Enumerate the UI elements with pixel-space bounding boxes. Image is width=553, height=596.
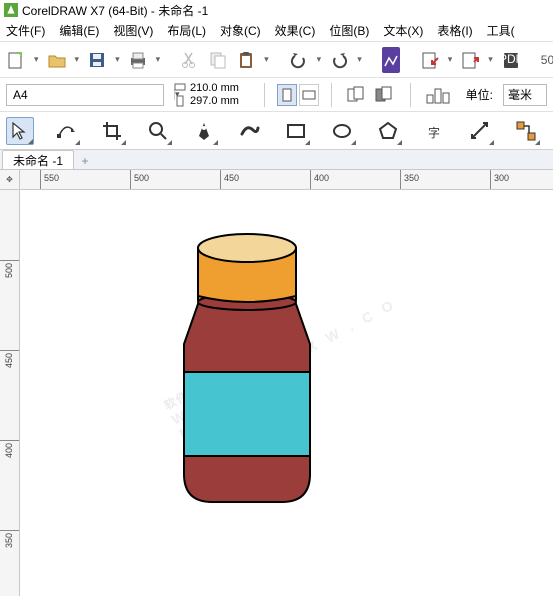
paste-button[interactable] bbox=[236, 47, 256, 73]
document-tab-strip: 未命名 -1 + bbox=[0, 150, 553, 170]
portrait-button[interactable] bbox=[277, 84, 297, 106]
window-title: CorelDRAW X7 (64-Bit) - 未命名 -1 bbox=[22, 2, 208, 19]
canvas-area[interactable]: 软件自学网 W W W . R J Z X W . C O M bbox=[20, 190, 553, 596]
bottle-drawing[interactable] bbox=[168, 214, 326, 514]
zoom-tool[interactable] bbox=[144, 117, 172, 145]
print-button[interactable] bbox=[128, 47, 148, 73]
undo-dropdown[interactable]: ▾ bbox=[317, 54, 322, 65]
standard-toolbar: ▾ ▾ ▾ ▾ ▾ ▾ ▾ ▾ ▾ PDF 50 bbox=[0, 42, 553, 78]
separator bbox=[331, 83, 332, 107]
menu-tools[interactable]: 工具( bbox=[487, 22, 515, 39]
separator bbox=[264, 83, 265, 107]
import-dropdown[interactable]: ▾ bbox=[448, 54, 453, 65]
orientation-group bbox=[277, 84, 319, 106]
freehand-tool[interactable] bbox=[190, 117, 218, 145]
zoom-field[interactable]: 50 bbox=[541, 47, 553, 73]
redo-button[interactable] bbox=[329, 47, 349, 73]
workspace: ✥ 550 500 450 400 350 300 500 450 400 35… bbox=[0, 170, 553, 596]
menu-object[interactable]: 对象(C) bbox=[220, 22, 261, 39]
menu-table[interactable]: 表格(I) bbox=[437, 22, 472, 39]
page-dimensions bbox=[174, 82, 252, 107]
print-dropdown[interactable]: ▾ bbox=[156, 54, 161, 65]
align-group-button[interactable] bbox=[423, 82, 455, 108]
cut-button[interactable] bbox=[180, 47, 200, 73]
publish-pdf-button[interactable]: PDF bbox=[501, 47, 521, 73]
page-layout-buttons bbox=[344, 82, 398, 108]
landscape-button[interactable] bbox=[299, 84, 319, 106]
menu-text[interactable]: 文本(X) bbox=[383, 22, 423, 39]
connector-tool[interactable] bbox=[512, 117, 540, 145]
menu-effects[interactable]: 效果(C) bbox=[275, 22, 316, 39]
shape-tool[interactable] bbox=[52, 117, 80, 145]
height-icon bbox=[174, 95, 186, 107]
paste-dropdown[interactable]: ▾ bbox=[264, 54, 269, 65]
export-button[interactable] bbox=[460, 47, 480, 73]
pick-tool[interactable] bbox=[6, 117, 34, 145]
toolbox: 字 bbox=[0, 112, 553, 150]
menu-bar: 文件(F) 编辑(E) 视图(V) 布局(L) 对象(C) 效果(C) 位图(B… bbox=[0, 20, 553, 42]
rectangle-tool[interactable] bbox=[282, 117, 310, 145]
property-bar: ▾ 单位: 毫米 bbox=[0, 78, 553, 112]
redo-dropdown[interactable]: ▾ bbox=[357, 54, 362, 65]
text-tool[interactable]: 字 bbox=[420, 117, 448, 145]
menu-view[interactable]: 视图(V) bbox=[113, 22, 153, 39]
import-button[interactable] bbox=[420, 47, 440, 73]
save-button[interactable] bbox=[87, 47, 107, 73]
open-button[interactable] bbox=[47, 47, 67, 73]
svg-text:字: 字 bbox=[428, 125, 440, 140]
undo-button[interactable] bbox=[289, 47, 309, 73]
save-dropdown[interactable]: ▾ bbox=[115, 54, 120, 65]
menu-layout[interactable]: 布局(L) bbox=[167, 22, 206, 39]
menu-bitmap[interactable]: 位图(B) bbox=[329, 22, 369, 39]
artistic-media-tool[interactable] bbox=[236, 117, 264, 145]
polygon-tool[interactable] bbox=[374, 117, 402, 145]
open-dropdown[interactable]: ▾ bbox=[75, 54, 80, 65]
svg-text:PDF: PDF bbox=[501, 52, 521, 66]
dimension-tool[interactable] bbox=[466, 117, 494, 145]
crop-tool[interactable] bbox=[98, 117, 126, 145]
app-icon bbox=[4, 3, 18, 17]
export-dropdown[interactable]: ▾ bbox=[488, 54, 493, 65]
document-tab[interactable]: 未命名 -1 bbox=[2, 150, 74, 169]
new-button[interactable] bbox=[6, 47, 26, 73]
search-content-button[interactable] bbox=[382, 47, 400, 73]
title-bar: CorelDRAW X7 (64-Bit) - 未命名 -1 bbox=[0, 0, 553, 20]
separator bbox=[410, 83, 411, 107]
width-icon bbox=[174, 82, 186, 94]
all-pages-button[interactable] bbox=[344, 82, 370, 108]
current-page-button[interactable] bbox=[372, 82, 398, 108]
page-size-combo[interactable]: ▾ bbox=[6, 84, 164, 106]
ellipse-tool[interactable] bbox=[328, 117, 356, 145]
menu-edit[interactable]: 编辑(E) bbox=[59, 22, 99, 39]
copy-button[interactable] bbox=[208, 47, 228, 73]
unit-label: 单位: bbox=[466, 86, 493, 103]
menu-file[interactable]: 文件(F) bbox=[6, 22, 45, 39]
page-height-input[interactable] bbox=[190, 95, 252, 107]
page-width-input[interactable] bbox=[190, 82, 252, 94]
horizontal-ruler[interactable]: 550 500 450 400 350 300 bbox=[20, 170, 553, 190]
new-dropdown[interactable]: ▾ bbox=[34, 54, 39, 65]
vertical-ruler[interactable]: 500 450 400 350 bbox=[0, 190, 20, 596]
add-document-tab[interactable]: + bbox=[76, 152, 94, 169]
ruler-origin[interactable]: ✥ bbox=[0, 170, 20, 190]
page-size-input[interactable] bbox=[7, 88, 174, 102]
unit-combo[interactable]: 毫米 bbox=[503, 84, 547, 106]
